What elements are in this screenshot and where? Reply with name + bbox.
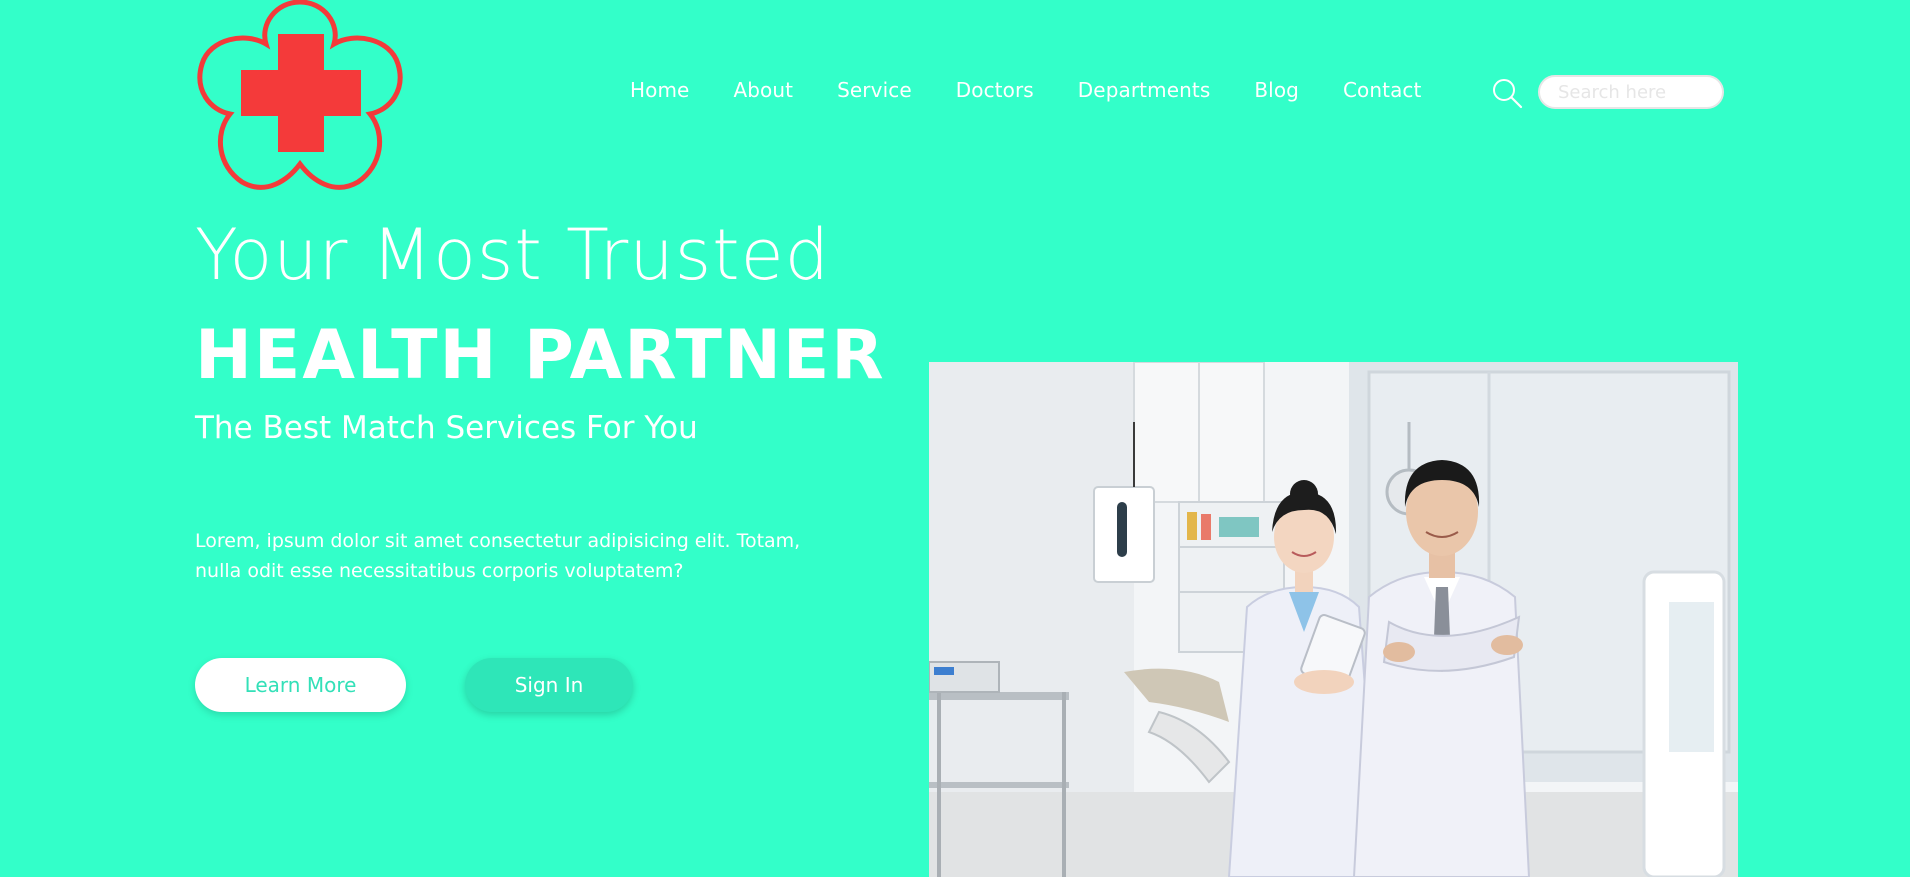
- nav-blog[interactable]: Blog: [1254, 78, 1299, 102]
- nav-departments[interactable]: Departments: [1078, 78, 1211, 102]
- nav-home[interactable]: Home: [630, 78, 689, 102]
- nav-doctors[interactable]: Doctors: [956, 78, 1034, 102]
- hero-title-line2: HEALTH PARTNER: [195, 316, 886, 395]
- landing-page: Home About Service Doctors Departments B…: [0, 0, 1910, 877]
- two-doctors-in-clinic-photo: [929, 362, 1738, 877]
- hero-description: Lorem, ipsum dolor sit amet consectetur …: [195, 530, 801, 582]
- nav-service[interactable]: Service: [837, 78, 912, 102]
- hero-subtitle: The Best Match Services For You: [195, 410, 698, 446]
- sign-in-button[interactable]: Sign In: [465, 658, 633, 712]
- hero-title-line1: Your Most Trusted: [195, 214, 831, 296]
- medical-cross-logo-icon[interactable]: [194, 0, 406, 196]
- main-nav: Home About Service Doctors Departments B…: [612, 78, 1443, 102]
- learn-more-button[interactable]: Learn More: [195, 658, 406, 712]
- nav-about[interactable]: About: [733, 78, 793, 102]
- search-input[interactable]: [1538, 75, 1724, 109]
- search-icon[interactable]: [1490, 76, 1524, 110]
- nav-contact[interactable]: Contact: [1343, 78, 1422, 102]
